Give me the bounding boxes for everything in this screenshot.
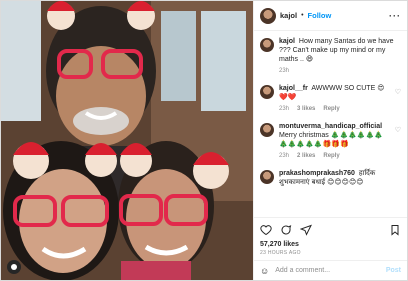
avatar[interactable] xyxy=(260,123,274,137)
emoji-icon[interactable]: ☺ xyxy=(260,266,269,276)
instagram-post: kajol • Follow ··· kajol How many Santas… xyxy=(0,0,408,281)
like-comment-icon[interactable]: ♡ xyxy=(395,126,401,161)
header-username[interactable]: kajol xyxy=(280,11,297,20)
comment-time: 23h xyxy=(279,153,290,159)
post-time: 23 HOURS AGO xyxy=(260,250,301,256)
likes-count[interactable]: 57,270 likes xyxy=(254,241,407,248)
post-header: kajol • Follow ··· xyxy=(254,1,407,31)
comment-likes[interactable]: 2 likes xyxy=(297,152,315,161)
comment-time: 23h xyxy=(279,68,290,74)
avatar[interactable] xyxy=(260,85,274,99)
photo-illustration xyxy=(1,1,253,280)
avatar[interactable] xyxy=(260,7,276,24)
header-separator: • xyxy=(301,12,304,19)
avatar[interactable] xyxy=(260,38,274,52)
reply-button[interactable]: Reply xyxy=(323,152,339,161)
comment-likes[interactable]: 3 likes xyxy=(297,105,315,114)
follow-button[interactable]: Follow xyxy=(308,11,332,20)
comment-username[interactable]: prakashomprakash760 xyxy=(279,170,355,177)
comment-username[interactable]: kajol__fr xyxy=(279,85,308,92)
comment-icon[interactable] xyxy=(280,224,292,236)
comment-item: montuverma_handicap_official Merry chris… xyxy=(260,122,401,161)
post-sidebar: kajol • Follow ··· kajol How many Santas… xyxy=(253,1,407,280)
more-options-icon[interactable]: ··· xyxy=(389,11,401,21)
comment-text: How many Santas do we have ??? Can't mak… xyxy=(279,38,394,63)
comment-item: kajol How many Santas do we have ??? Can… xyxy=(260,37,401,76)
heart-icon[interactable] xyxy=(260,224,272,236)
tagged-user-icon[interactable] xyxy=(7,260,21,274)
avatar[interactable] xyxy=(260,170,274,184)
post-actions xyxy=(254,217,407,241)
comment-username[interactable]: montuverma_handicap_official xyxy=(279,123,382,130)
add-comment-bar: ☺ Add a comment... Post xyxy=(254,260,407,280)
post-button[interactable]: Post xyxy=(386,267,401,274)
reply-button[interactable]: Reply xyxy=(323,105,339,114)
comment-item: kajol__fr AWWWW SO CUTE 😍❤️❤️ 23h 3 like… xyxy=(260,84,401,114)
comment-time: 23h xyxy=(279,106,290,112)
comment-input[interactable]: Add a comment... xyxy=(275,267,380,274)
comment-text: Merry christmas 🎄🎄🎄🎄🎄🎄🎄🎄🎄🎄🎄🎁🎁🎁 xyxy=(279,132,384,148)
post-photo[interactable] xyxy=(1,1,253,280)
like-comment-icon[interactable]: ♡ xyxy=(395,88,401,114)
bookmark-icon[interactable] xyxy=(389,224,401,236)
comment-username[interactable]: kajol xyxy=(279,38,295,45)
comments-list: kajol How many Santas do we have ??? Can… xyxy=(254,31,407,217)
comment-item: prakashomprakash760 हार्दिक शुभकामनाएं ब… xyxy=(260,169,401,187)
share-icon[interactable] xyxy=(300,224,312,236)
